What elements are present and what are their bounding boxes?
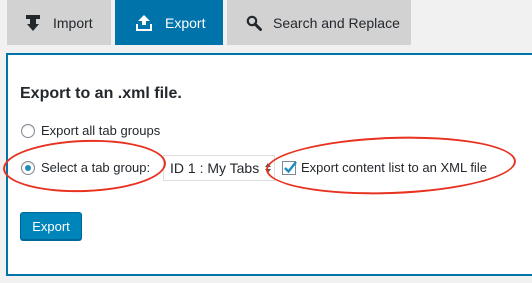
checkmark-icon: [284, 161, 297, 174]
tab-export-label: Export: [165, 14, 206, 31]
export-screen: Import Export Search and Replace Export …: [0, 0, 532, 283]
tab-search-label: Search and Replace: [273, 14, 400, 31]
upload-icon: [136, 14, 152, 31]
search-icon: [246, 15, 262, 31]
page-title: Export to an .xml file.: [20, 85, 182, 102]
tab-search-and-replace[interactable]: Search and Replace: [227, 0, 411, 45]
download-icon: [26, 14, 40, 31]
tab-import[interactable]: Import: [7, 0, 111, 45]
tab-group-select-value: ID 1 : My Tabs: [170, 160, 260, 176]
export-panel: Export to an .xml file. Export all tab g…: [6, 53, 532, 276]
content-list-label: Export content list to an XML file: [301, 160, 487, 175]
export-button[interactable]: Export: [20, 212, 82, 240]
content-list-checkbox[interactable]: [282, 161, 297, 175]
select-tab-group-radio[interactable]: [21, 161, 35, 175]
tab-import-label: Import: [53, 14, 93, 31]
select-tab-group-label: Select a tab group:: [41, 160, 151, 175]
tab-group-select[interactable]: ID 1 : My Tabs: [163, 155, 275, 181]
export-all-label: Export all tab groups: [41, 123, 161, 138]
chevron-updown-icon: [264, 156, 272, 180]
export-all-radio[interactable]: [21, 124, 35, 138]
tab-export[interactable]: Export: [115, 0, 223, 45]
